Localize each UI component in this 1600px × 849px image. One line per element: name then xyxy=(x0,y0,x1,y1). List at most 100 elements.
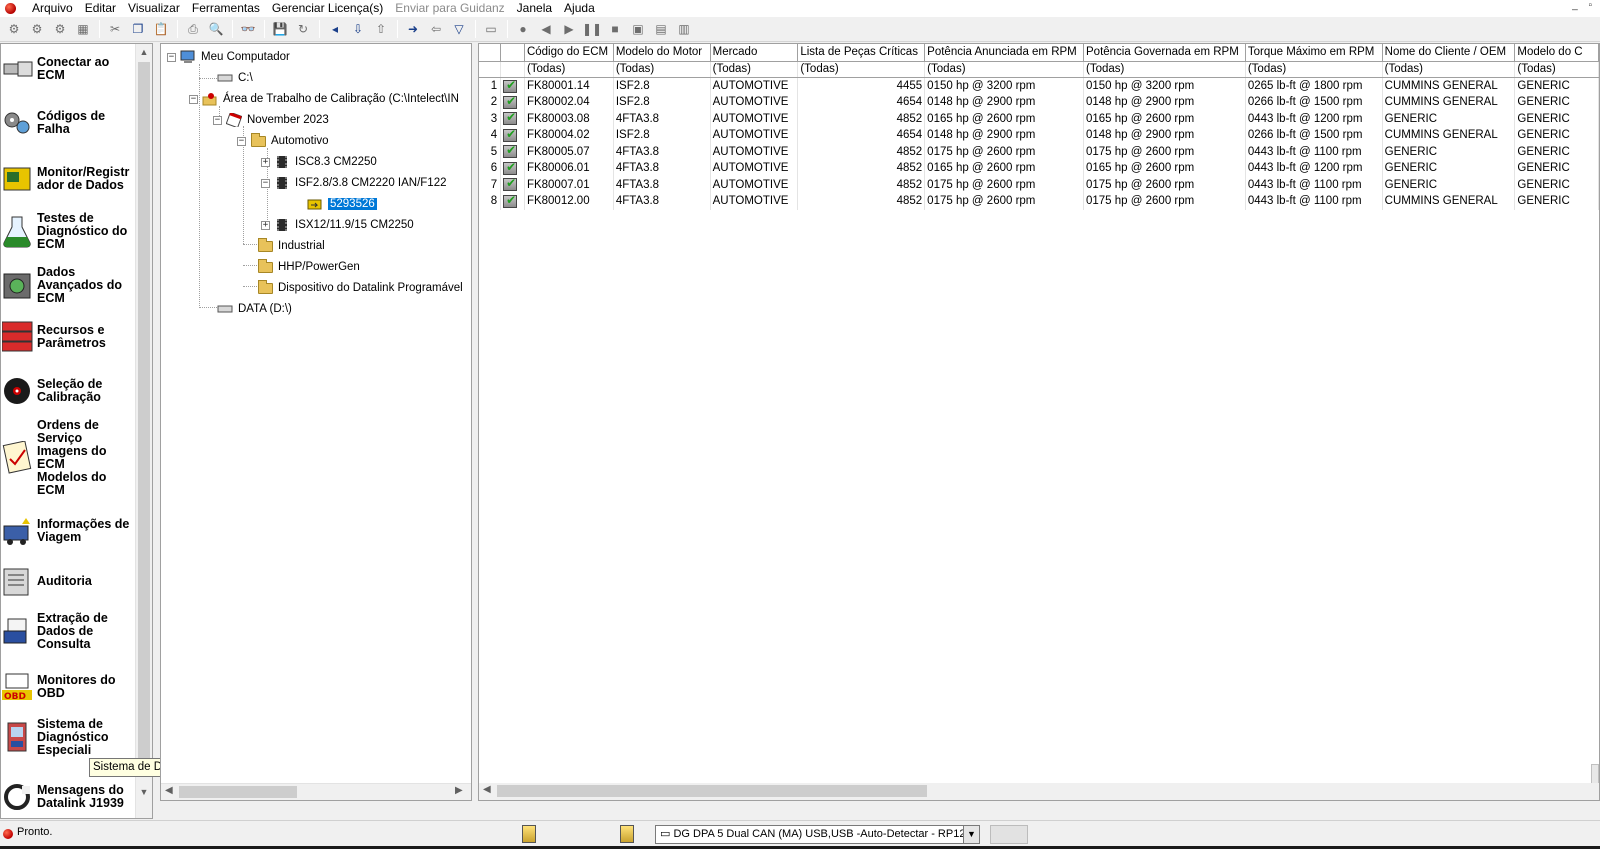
nav-informacoes-viagem[interactable]: Informações de Viagem xyxy=(1,514,137,548)
tree-node-automotivo[interactable]: − Automotivo xyxy=(237,132,329,150)
leftnav-scrollbar[interactable]: ▲ ▼ xyxy=(135,44,152,818)
import-icon[interactable]: ⇦ xyxy=(426,19,446,39)
scroll-up-icon[interactable]: ▲ xyxy=(136,44,152,60)
nav-selecao-calibracao[interactable]: Seleção de Calibração xyxy=(1,374,137,408)
menu-editar[interactable]: Editar xyxy=(79,0,122,17)
cut-icon[interactable]: ✂ xyxy=(105,19,125,39)
back-icon[interactable]: ◂ xyxy=(325,19,345,39)
tree-node-5293526[interactable]: 5293526 xyxy=(307,195,378,213)
tree-node-data-d-drive[interactable]: DATA (D:\) xyxy=(217,300,292,318)
play-icon[interactable]: ▶ xyxy=(559,19,579,39)
window-controls[interactable]: _ ▫ xyxy=(1572,0,1596,11)
nav-auditoria[interactable]: Auditoria xyxy=(1,564,137,598)
tree-node-area-trabalho[interactable]: − Área de Trabalho de Calibração (C:\Int… xyxy=(189,90,459,108)
menu-gerenciar-licencas[interactable]: Gerenciar Licença(s) xyxy=(266,0,389,17)
table-row[interactable]: 6FK80006.014FTA3.8AUTOMOTIVE48520165 hp … xyxy=(479,160,1599,177)
tree-node-isx12[interactable]: + ISX12/11.9/15 CM2250 xyxy=(261,216,414,234)
menu-arquivo[interactable]: Arquivo xyxy=(26,0,79,17)
scroll-left-icon[interactable]: ◀ xyxy=(165,785,173,796)
nav-codigos-falha[interactable]: Códigos de Falha xyxy=(1,106,137,140)
export-icon[interactable]: ➜ xyxy=(403,19,423,39)
paste-icon[interactable]: 📋 xyxy=(151,19,171,39)
download-icon[interactable]: ⇩ xyxy=(348,19,368,39)
header-codigo-ecm[interactable]: Código do ECM xyxy=(524,44,614,62)
header-modelo-motor[interactable]: Modelo do Motor xyxy=(613,44,711,62)
reconnect-icon[interactable]: ⚙ xyxy=(50,19,70,39)
menu-janela[interactable]: Janela xyxy=(511,0,558,17)
stop-icon[interactable]: ■ xyxy=(605,19,625,39)
scrollbar-thumb[interactable] xyxy=(497,785,927,797)
table-row[interactable]: 7FK80007.014FTA3.8AUTOMOTIVE48520175 hp … xyxy=(479,176,1599,193)
print-icon[interactable]: ⎙ xyxy=(183,19,203,39)
filter-mercado[interactable]: (Todas) xyxy=(710,61,799,78)
scroll-right-icon[interactable]: ▶ xyxy=(455,785,463,796)
scroll-down-icon[interactable]: ▼ xyxy=(136,784,152,800)
nav-recursos-parametros[interactable]: Recursos e Parâmetros xyxy=(1,320,137,354)
table-row[interactable]: 2FK80002.04ISF2.8AUTOMOTIVE46540148 hp @… xyxy=(479,94,1599,111)
filter-modelo-motor[interactable]: (Todas) xyxy=(613,61,711,78)
nav-testes-diagnostico[interactable]: Testes de Diagnóstico do ECM xyxy=(1,212,137,251)
tree-node-isf28[interactable]: − ISF2.8/3.8 CM2220 IAN/F122 xyxy=(261,174,447,192)
calc-icon[interactable]: ▦ xyxy=(73,19,93,39)
scrollbar-thumb[interactable] xyxy=(138,62,150,762)
header-potencia-anunciada[interactable]: Potência Anunciada em RPM xyxy=(924,44,1084,62)
filter-icon[interactable]: ▽ xyxy=(449,19,469,39)
nav-ordens-servico[interactable]: Ordens de Serviço Imagens do ECM Modelos… xyxy=(1,419,137,497)
scroll-left-icon[interactable]: ◀ xyxy=(483,784,491,795)
filter-torque-maximo[interactable]: (Todas) xyxy=(1245,61,1383,78)
blank-icon[interactable]: ▭ xyxy=(481,19,501,39)
filter-potencia-governada[interactable]: (Todas) xyxy=(1083,61,1246,78)
header-mercado[interactable]: Mercado xyxy=(710,44,799,62)
table-row[interactable]: 1FK80001.14ISF2.8AUTOMOTIVE44550150 hp @… xyxy=(479,77,1599,94)
connect-icon[interactable]: ⚙ xyxy=(4,19,24,39)
expand-icon[interactable]: + xyxy=(261,157,270,167)
table-row[interactable]: 8FK80012.004FTA3.8AUTOMOTIVE48520175 hp … xyxy=(479,193,1599,210)
scrollbar-thumb[interactable] xyxy=(179,786,297,798)
nav-monitor-registrador[interactable]: Monitor/Registr ador de Dados xyxy=(1,162,137,196)
pause-icon[interactable]: ❚❚ xyxy=(582,19,602,39)
tree-node-datalink-programavel[interactable]: Dispositivo do Datalink Programável xyxy=(257,279,463,297)
upload-icon[interactable]: ⇧ xyxy=(371,19,391,39)
clipboard-icon[interactable]: ▥ xyxy=(674,19,694,39)
tree-node-hhp-powergen[interactable]: HHP/PowerGen xyxy=(257,258,360,276)
header-lista-pecas[interactable]: Lista de Peças Críticas xyxy=(797,44,926,62)
snapshot-icon[interactable]: ▣ xyxy=(628,19,648,39)
save-icon[interactable]: 💾 xyxy=(270,19,290,39)
header-nome-cliente[interactable]: Nome do Cliente / OEM xyxy=(1382,44,1516,62)
nav-dados-avancados[interactable]: Dados Avançados do ECM xyxy=(1,266,137,305)
record-icon[interactable]: ● xyxy=(513,19,533,39)
menu-visualizar[interactable]: Visualizar xyxy=(122,0,186,17)
tree-horizontal-scrollbar[interactable]: ◀ ▶ xyxy=(161,783,471,800)
tree-node-november-2023[interactable]: − November 2023 xyxy=(213,111,329,129)
filter-potencia-anunciada[interactable]: (Todas) xyxy=(924,61,1084,78)
collapse-icon[interactable]: − xyxy=(189,94,198,104)
filter-codigo-ecm[interactable]: (Todas) xyxy=(524,61,614,78)
refresh-icon[interactable]: ↻ xyxy=(293,19,313,39)
table-row[interactable]: 5FK80005.074FTA3.8AUTOMOTIVE48520175 hp … xyxy=(479,143,1599,160)
filter-lista-pecas[interactable]: (Todas) xyxy=(797,61,926,78)
menu-ajuda[interactable]: Ajuda xyxy=(558,0,601,17)
filter-nome-cliente[interactable]: (Todas) xyxy=(1382,61,1516,78)
find-icon[interactable]: 👓 xyxy=(238,19,258,39)
table-row[interactable]: 3FK80003.084FTA3.8AUTOMOTIVE48520165 hp … xyxy=(479,110,1599,127)
nav-monitores-obd[interactable]: OBD Monitores do OBD xyxy=(1,670,137,704)
nav-mensagens-datalink[interactable]: Mensagens do Datalink J1939 xyxy=(1,780,137,814)
menu-ferramentas[interactable]: Ferramentas xyxy=(186,0,266,17)
chevron-down-icon[interactable]: ▼ xyxy=(963,826,979,843)
filter-modelo-c[interactable]: (Todas) xyxy=(1514,61,1599,78)
disconnect-icon[interactable]: ⚙ xyxy=(27,19,47,39)
collapse-icon[interactable]: − xyxy=(167,52,176,62)
header-torque-maximo[interactable]: Torque Máximo em RPM xyxy=(1245,44,1383,62)
print-preview-icon[interactable]: 🔍 xyxy=(206,19,226,39)
tree-node-c-drive[interactable]: C:\ xyxy=(217,69,253,87)
rewind-icon[interactable]: ◀ xyxy=(536,19,556,39)
tree-node-industrial[interactable]: Industrial xyxy=(257,237,325,255)
nav-sistema-diagnostico[interactable]: Sistema de Diagnóstico Especiali xyxy=(1,718,137,757)
expand-icon[interactable]: + xyxy=(261,220,270,230)
adapter-select[interactable]: ▭ DG DPA 5 Dual CAN (MA) USB,USB -Auto-D… xyxy=(655,825,980,844)
nav-extracao-dados[interactable]: Extração de Dados de Consulta xyxy=(1,612,137,651)
collapse-icon[interactable]: − xyxy=(237,136,246,146)
header-potencia-governada[interactable]: Potência Governada em RPM xyxy=(1083,44,1246,62)
table-row[interactable]: 4FK80004.02ISF2.8AUTOMOTIVE46540148 hp @… xyxy=(479,127,1599,144)
copy-icon[interactable]: ❐ xyxy=(128,19,148,39)
